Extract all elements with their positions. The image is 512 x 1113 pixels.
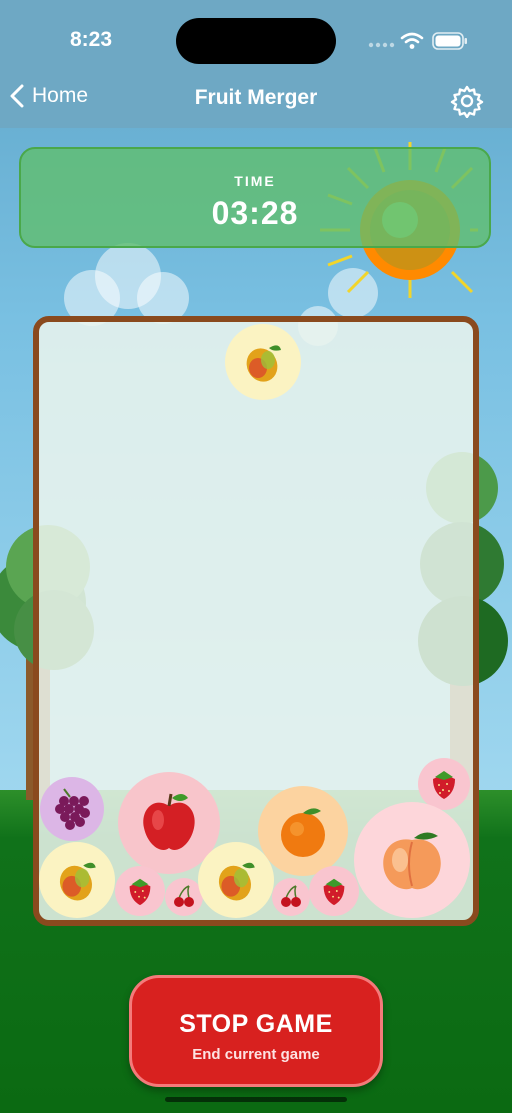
game-scene: 8:23 Home Fruit Merger TIME 03:28 STOP G… [0, 0, 512, 1113]
cellular-signal-icon [368, 42, 395, 48]
fruit-peach [354, 802, 470, 918]
orange-icon [281, 808, 325, 857]
strawberry-icon [323, 878, 345, 906]
fruit-mango [198, 842, 274, 918]
wifi-icon [400, 32, 424, 49]
fruit-cherry [272, 878, 310, 916]
apple-icon [143, 793, 195, 850]
cherry-icon [174, 885, 194, 907]
cherry-icon [281, 885, 301, 907]
timer-panel: TIME 03:28 [19, 147, 491, 248]
timer-value: 03:28 [211, 195, 299, 231]
stop-game-sublabel: End current game [192, 1046, 320, 1063]
mango-icon [59, 862, 96, 901]
mango-icon [218, 862, 255, 901]
home-indicator[interactable] [165, 1097, 347, 1102]
fruit-orange [258, 786, 348, 876]
mango-icon [246, 345, 281, 382]
timer-label: TIME [234, 173, 276, 189]
status-time: 8:23 [70, 28, 113, 51]
strawberry-icon [129, 878, 151, 906]
game-board[interactable] [33, 316, 479, 926]
strawberry-icon [433, 771, 455, 799]
fruit-grapes [40, 777, 104, 841]
fruit-mango [39, 842, 115, 918]
grapes-icon [55, 788, 90, 830]
page-title: Fruit Merger [194, 86, 318, 109]
gear-icon[interactable] [450, 84, 484, 118]
fruit-strawberry [309, 866, 359, 916]
stop-game-button[interactable]: STOP GAME End current game [129, 975, 383, 1087]
dropper-fruit-mango[interactable] [225, 324, 301, 400]
stop-game-label: STOP GAME [179, 1010, 333, 1038]
fruit-strawberry [418, 758, 470, 810]
fruit-strawberry [115, 866, 165, 916]
peach-icon [383, 832, 441, 890]
battery-icon [432, 32, 467, 50]
dynamic-island [176, 18, 336, 64]
